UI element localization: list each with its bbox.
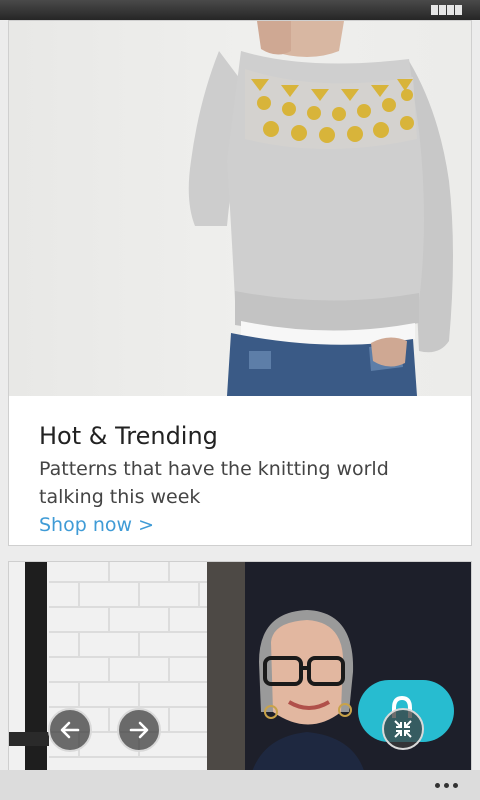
arrow-right-icon [129, 721, 149, 739]
arrow-left-icon [60, 721, 80, 739]
card-description: Patterns that have the knitting world ta… [39, 458, 389, 508]
collapse-button[interactable] [382, 708, 424, 750]
status-bar [0, 0, 480, 20]
card-body: Hot & Trending Patterns that have the kn… [39, 419, 459, 539]
shop-now-link[interactable]: Shop now > [39, 511, 154, 539]
more-icon[interactable] [430, 776, 462, 794]
carousel-next-button[interactable] [117, 708, 161, 752]
battery-icon [431, 5, 462, 15]
collapse-icon [394, 720, 412, 738]
knitted-sweater-photo [9, 21, 471, 396]
carousel-prev-button[interactable] [48, 708, 92, 752]
app-bar [0, 770, 480, 800]
trending-card[interactable]: Hot & Trending Patterns that have the kn… [8, 20, 472, 546]
app-page: Hot & Trending Patterns that have the kn… [0, 0, 480, 800]
card-title: Hot & Trending [39, 422, 218, 450]
